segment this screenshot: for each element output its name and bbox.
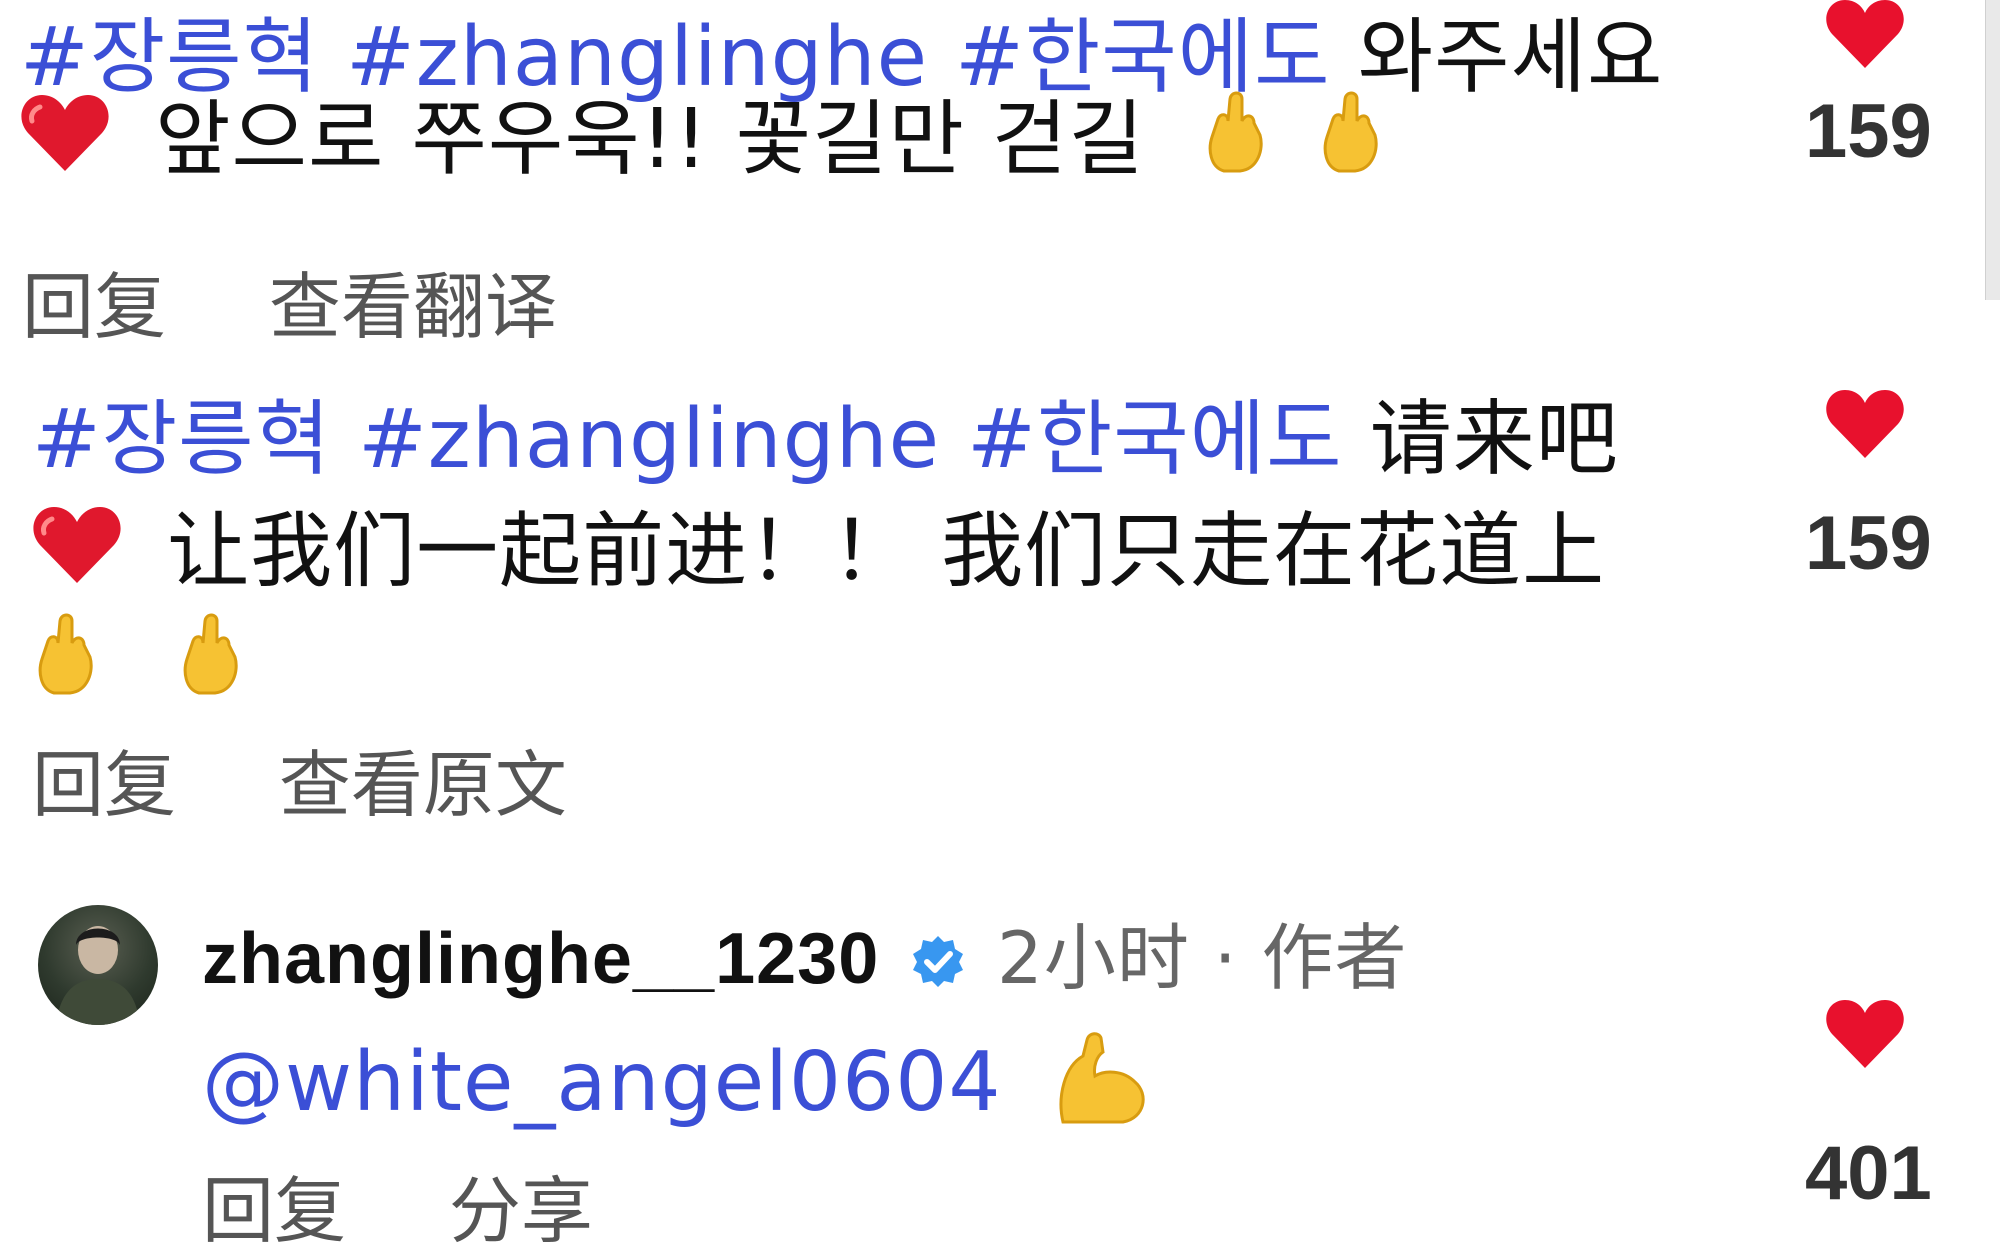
reply-body: @white_angel0604 <box>202 1026 1171 1149</box>
comment-2-actions: 回复 查看原文 <box>32 740 567 830</box>
heart-icon[interactable] <box>1825 0 1905 70</box>
comment-text: 让我们一起前进！！ 我们只走在花道上 <box>167 504 1606 599</box>
like-count: 401 <box>1805 1131 1932 1216</box>
like-count: 159 <box>1805 501 1932 586</box>
reply-button[interactable]: 回复 <box>32 743 176 827</box>
avatar[interactable] <box>38 905 158 1025</box>
verified-badge-icon <box>911 913 965 1013</box>
reply-actions: 回复 分享 <box>202 1166 593 1256</box>
reply-like[interactable]: 401 <box>1805 1000 1932 1217</box>
avatar-image-icon <box>56 926 140 1025</box>
comment-2-like[interactable]: 159 <box>1805 390 1932 587</box>
reply-header: zhanglinghe__1230 2小时 · 作者 <box>202 908 1408 1013</box>
comment-text: 请来吧 <box>1369 392 1619 487</box>
crossed-fingers-emoji-icon <box>177 613 247 720</box>
reply-button[interactable]: 回复 <box>202 1169 346 1253</box>
crossed-fingers-emoji-icon <box>1202 91 1272 198</box>
comment-1-actions: 回复 查看翻译 <box>22 262 557 352</box>
comment-text: 앞으로 쭈우욱!! 꽃길만 걷길 <box>155 92 1145 187</box>
red-heart-emoji-icon <box>32 505 122 608</box>
hashtags[interactable]: #장릉혁 #zhanglinghe #한국에도 <box>32 392 1343 487</box>
red-heart-emoji-icon <box>20 93 110 196</box>
comment-2-line-3 <box>32 612 265 720</box>
reply-button[interactable]: 回复 <box>22 265 166 349</box>
username[interactable]: zhanglinghe__1230 <box>202 919 879 999</box>
crossed-fingers-emoji-icon <box>32 613 102 720</box>
heart-icon[interactable] <box>1825 390 1905 460</box>
comment-2-line-1: #장릉혁 #zhanglinghe #한국에도 请来吧 <box>32 390 1619 490</box>
view-original-button[interactable]: 查看原文 <box>279 743 567 827</box>
heart-icon[interactable] <box>1825 1000 1905 1070</box>
crossed-fingers-emoji-icon <box>1317 91 1387 198</box>
scrollbar[interactable] <box>1985 0 2000 300</box>
translate-button[interactable]: 查看翻译 <box>269 265 557 349</box>
mention-link[interactable]: @white_angel0604 <box>202 1035 1002 1130</box>
like-count: 159 <box>1805 89 1932 174</box>
flexed-biceps-emoji-icon <box>1053 1026 1153 1149</box>
comment-1-like[interactable]: 159 <box>1805 0 1932 175</box>
share-button[interactable]: 分享 <box>449 1169 593 1253</box>
comment-2-line-2: 让我们一起前进！！ 我们只走在花道上 <box>32 502 1605 608</box>
reply-meta: 2小时 · 作者 <box>997 916 1408 1000</box>
comment-1-line-2: 앞으로 쭈우욱!! 꽃길만 걷길 <box>20 90 1405 198</box>
